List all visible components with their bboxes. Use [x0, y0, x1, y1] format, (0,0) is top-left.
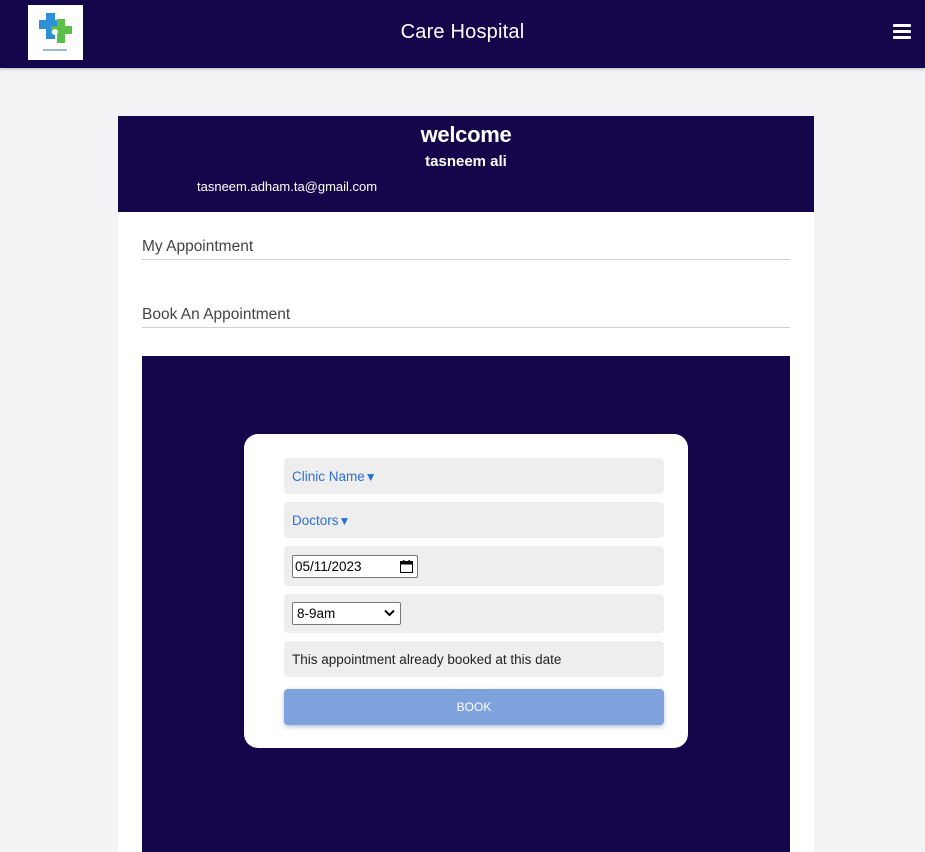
user-name: tasneem ali [425, 153, 507, 170]
app-title: Care Hospital [400, 21, 525, 43]
book-appointment-link[interactable]: Book An Appointment [142, 300, 790, 328]
status-message: This appointment already booked at this … [292, 652, 562, 667]
date-value: 05/11/2023 [295, 559, 362, 574]
welcome-banner: welcome tasneem ali tasneem.adham.ta@gma… [118, 116, 814, 212]
top-navbar: Care Hospital [0, 0, 925, 68]
date-field: 05/11/2023 [284, 546, 664, 586]
caret-down-icon: ▼ [338, 514, 351, 528]
status-message-box: This appointment already booked at this … [284, 641, 664, 677]
doctors-label[interactable]: Doctors▼ [292, 513, 350, 528]
clinic-name-label[interactable]: Clinic Name▼ [292, 469, 377, 484]
date-input[interactable]: 05/11/2023 [292, 555, 418, 578]
chevron-down-icon [384, 609, 395, 617]
my-appointment-link[interactable]: My Appointment [142, 232, 790, 260]
clinic-name-text: Clinic Name [292, 469, 365, 484]
caret-down-icon: ▼ [364, 470, 377, 484]
time-slot-field: 8-9am [284, 594, 664, 633]
book-button[interactable]: BOOK [284, 689, 664, 725]
doctors-dropdown[interactable]: Doctors▼ [284, 502, 664, 538]
time-slot-select[interactable]: 8-9am [292, 602, 401, 625]
welcome-heading: welcome [420, 122, 512, 147]
profile-card: welcome tasneem ali tasneem.adham.ta@gma… [118, 116, 814, 852]
clinic-name-dropdown[interactable]: Clinic Name▼ [284, 458, 664, 494]
booking-form: Clinic Name▼ Doctors▼ 05/11/2023 8-9am T… [244, 434, 688, 748]
booking-panel: Clinic Name▼ Doctors▼ 05/11/2023 8-9am T… [142, 356, 790, 852]
calendar-icon[interactable] [400, 560, 413, 573]
user-email: tasneem.adham.ta@gmail.com [197, 179, 378, 194]
doctors-text: Doctors [292, 513, 339, 528]
hamburger-menu-icon[interactable] [893, 24, 911, 40]
time-slot-value: 8-9am [297, 606, 336, 621]
